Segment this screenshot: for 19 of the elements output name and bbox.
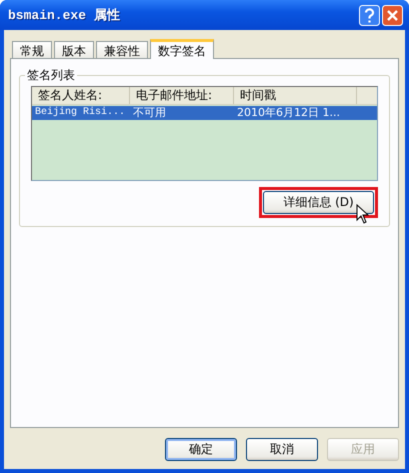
table-cell-text: Beijing Risi... (34, 106, 126, 120)
group-title: 签名列表 (25, 67, 77, 84)
tab[interactable]: 版本 (54, 41, 94, 58)
table-cell-text: 不可用 (132, 106, 167, 120)
help-icon[interactable] (359, 4, 380, 26)
column-header[interactable]: 电子邮件地址: (130, 87, 234, 104)
window-title: bsmain.exe 属性 (8, 7, 121, 24)
dialog-button[interactable]: 取消 (246, 438, 318, 461)
tab[interactable]: 兼容性 (96, 41, 148, 58)
tab[interactable]: 数字签名 (150, 39, 214, 59)
column-header[interactable]: 时间戳 (234, 87, 357, 104)
cursor-icon (356, 204, 369, 224)
table-cell-text: 2010年6月12日 1... (236, 106, 341, 120)
tab[interactable]: 常规 (12, 41, 52, 58)
details-button[interactable]: 详细信息 (D) (263, 191, 374, 214)
column-header[interactable]: 签名人姓名: (32, 87, 130, 104)
dialog-button[interactable]: 确定 (165, 438, 237, 461)
list-row[interactable]: Beijing Risi... 不可用 2010年6月12日 1... (32, 106, 377, 120)
close-icon[interactable] (382, 4, 403, 26)
